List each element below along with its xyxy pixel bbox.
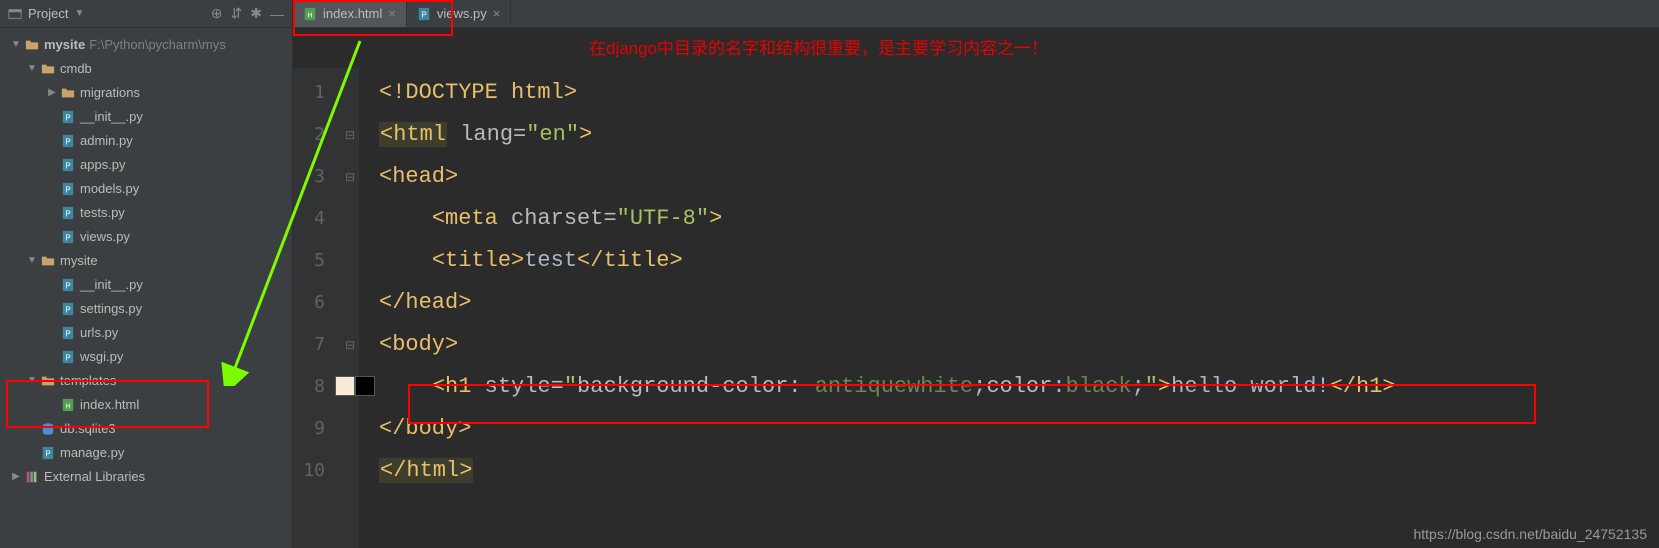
py-icon: P xyxy=(60,108,76,124)
py-icon: P xyxy=(40,444,56,460)
html-icon: H xyxy=(303,6,317,22)
tree-item-views-py[interactable]: Pviews.py xyxy=(0,224,292,248)
tree-item-manage-py[interactable]: Pmanage.py xyxy=(0,440,292,464)
color-swatches xyxy=(335,376,375,396)
svg-text:P: P xyxy=(421,11,426,20)
locate-icon[interactable]: ⊕ xyxy=(211,5,223,22)
py-icon: P xyxy=(60,156,76,172)
color-swatch xyxy=(355,376,375,396)
py-icon: P xyxy=(60,324,76,340)
tree-item-__init__-py[interactable]: P__init__.py xyxy=(0,272,292,296)
tree-item-models-py[interactable]: Pmodels.py xyxy=(0,176,292,200)
project-dropdown-icon[interactable]: ▼ xyxy=(74,8,84,19)
color-swatch xyxy=(335,376,355,396)
tree-item-db-sqlite3[interactable]: db.sqlite3 xyxy=(0,416,292,440)
py-icon: P xyxy=(60,228,76,244)
svg-text:P: P xyxy=(65,281,70,290)
settings-icon[interactable]: ✱ xyxy=(250,5,262,22)
fold-gutter[interactable]: ⊟⊟⊟ xyxy=(341,68,359,548)
line-gutter: 12345678910 xyxy=(293,68,341,548)
svg-text:H: H xyxy=(307,13,312,20)
tree-item-apps-py[interactable]: Papps.py xyxy=(0,152,292,176)
svg-text:P: P xyxy=(65,113,70,122)
tree-item-cmdb[interactable]: ▼cmdb xyxy=(0,56,292,80)
project-sidebar: Project ▼ ⊕ ⇵ ✱ — ▼ mysite F:\Python\pyc… xyxy=(0,0,293,548)
tree-item-urls-py[interactable]: Purls.py xyxy=(0,320,292,344)
tree-item-__init__-py[interactable]: P__init__.py xyxy=(0,104,292,128)
collapse-icon[interactable]: ⇵ xyxy=(231,5,243,22)
editor-main: Hindex.html×Pviews.py× 在django中目录的名字和结构很… xyxy=(293,0,1659,548)
library-icon xyxy=(24,468,40,484)
svg-text:H: H xyxy=(65,403,70,410)
py-icon: P xyxy=(60,300,76,316)
tree-external-libs[interactable]: ▶ External Libraries xyxy=(0,464,292,488)
tree-item-tests-py[interactable]: Ptests.py xyxy=(0,200,292,224)
project-panel-title: Project xyxy=(28,6,68,21)
tree-root[interactable]: ▼ mysite F:\Python\pycharm\mys xyxy=(0,32,292,56)
tree-item-admin-py[interactable]: Padmin.py xyxy=(0,128,292,152)
svg-text:P: P xyxy=(65,161,70,170)
folder-icon xyxy=(40,372,56,388)
py-icon: P xyxy=(60,204,76,220)
code-content[interactable]: <!DOCTYPE html><html lang="en"><head> <m… xyxy=(359,68,1659,548)
svg-text:P: P xyxy=(65,137,70,146)
tree-item-index-html[interactable]: Hindex.html xyxy=(0,392,292,416)
tree-item-migrations[interactable]: ▶migrations xyxy=(0,80,292,104)
py-icon: P xyxy=(417,6,431,22)
svg-text:P: P xyxy=(65,185,70,194)
folder-icon xyxy=(24,36,40,52)
svg-text:P: P xyxy=(65,353,70,362)
py-icon: P xyxy=(60,180,76,196)
project-tree: ▼ mysite F:\Python\pycharm\mys ▼cmdb▶mig… xyxy=(0,28,292,492)
svg-text:P: P xyxy=(65,209,70,218)
tree-item-mysite[interactable]: ▼mysite xyxy=(0,248,292,272)
svg-text:P: P xyxy=(65,329,70,338)
annotation-text: 在django中目录的名字和结构很重要，是主要学习内容之一！ xyxy=(589,34,1048,59)
folder-icon xyxy=(40,60,56,76)
folder-icon xyxy=(40,252,56,268)
tree-item-settings-py[interactable]: Psettings.py xyxy=(0,296,292,320)
svg-text:P: P xyxy=(45,449,50,458)
close-icon[interactable]: × xyxy=(493,6,501,21)
watermark: https://blog.csdn.net/baidu_24752135 xyxy=(1413,526,1647,542)
editor-tabs: Hindex.html×Pviews.py× xyxy=(293,0,1659,28)
project-panel-header: Project ▼ ⊕ ⇵ ✱ — xyxy=(0,0,292,28)
svg-text:P: P xyxy=(65,305,70,314)
close-icon[interactable]: × xyxy=(388,6,396,21)
tree-item-wsgi-py[interactable]: Pwsgi.py xyxy=(0,344,292,368)
py-icon: P xyxy=(60,348,76,364)
tab-index-html[interactable]: Hindex.html× xyxy=(293,0,407,27)
tab-views-py[interactable]: Pviews.py× xyxy=(407,0,511,27)
code-editor[interactable]: 12345678910 ⊟⊟⊟ <!DOCTYPE html><html lan… xyxy=(293,28,1659,548)
project-panel-icon xyxy=(8,6,22,22)
tree-item-templates[interactable]: ▼templates xyxy=(0,368,292,392)
db-icon xyxy=(40,420,56,436)
py-icon: P xyxy=(60,276,76,292)
svg-text:P: P xyxy=(65,233,70,242)
py-icon: P xyxy=(60,132,76,148)
hide-icon[interactable]: — xyxy=(270,6,284,22)
html-icon: H xyxy=(60,396,76,412)
folder-icon xyxy=(60,84,76,100)
